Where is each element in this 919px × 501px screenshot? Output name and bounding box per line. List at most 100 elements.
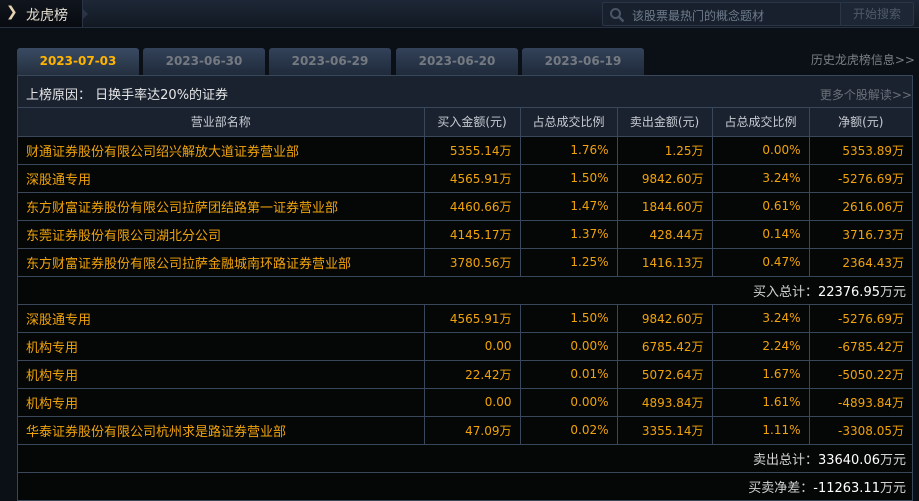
reason-value: 日换手率达20%的证券	[95, 88, 229, 103]
sell-amount: 1416.13万	[616, 247, 713, 277]
sell-ratio: 1.11%	[711, 415, 810, 445]
buy-ratio: 1.50%	[519, 303, 618, 333]
sell-amount: 9842.60万	[616, 163, 713, 193]
buy-amount: 4145.17万	[423, 219, 521, 249]
buy-amount: 5355.14万	[423, 135, 521, 165]
net-label: 买卖净差：	[748, 480, 814, 496]
net-cell: 买卖净差：-11263.11万元	[18, 471, 912, 501]
buy-total-label: 买入总计：	[752, 284, 818, 300]
net-amount: -6785.42万	[808, 331, 912, 361]
title-block: ❯ 龙虎榜	[0, 0, 88, 27]
buy-ratio: 0.00%	[519, 387, 618, 417]
buy-amount: 4565.91万	[423, 163, 521, 193]
broker-name[interactable]: 深股通专用	[18, 303, 425, 333]
sell-total-unit: 万元	[879, 452, 906, 468]
tab-2023-06-29[interactable]: 2023-06-29	[269, 48, 391, 75]
col-sell-ratio: 占总成交比例	[711, 108, 810, 137]
broker-name[interactable]: 东方财富证券股份有限公司拉萨团结路第一证券营业部	[18, 191, 425, 221]
tab-2023-06-30[interactable]: 2023-06-30	[143, 48, 265, 75]
sell-ratio: 2.24%	[711, 331, 810, 361]
broker-name[interactable]: 机构专用	[18, 387, 425, 417]
buy-amount: 4565.91万	[423, 303, 521, 333]
search-input[interactable]: 该股票最热门的概念题材	[632, 7, 764, 24]
col-buy-amount: 买入金额(元)	[423, 108, 521, 137]
broker-table: 营业部名称 买入金额(元) 占总成交比例 卖出金额(元) 占总成交比例 净额(元…	[18, 108, 912, 501]
reason-label: 上榜原因：	[26, 88, 92, 103]
table-row: 华泰证券股份有限公司杭州求是路证券营业部 47.09万 0.02% 3355.14万 1…	[18, 415, 912, 445]
col-net: 净额(元)	[808, 108, 912, 137]
chevron-right-icon: ❯	[6, 4, 18, 20]
buy-amount: 3780.56万	[423, 247, 521, 277]
sell-ratio: 1.67%	[711, 359, 810, 389]
buy-amount: 47.09万	[423, 415, 521, 445]
table-row: 机构专用 0.00 0.00% 4893.84万 1.61% -4893.84万	[18, 387, 912, 417]
net-amount: 2616.06万	[808, 191, 912, 221]
tab-2023-06-19[interactable]: 2023-06-19	[522, 48, 644, 75]
net-row: 买卖净差：-11263.11万元	[18, 471, 912, 501]
net-amount: -5276.69万	[808, 303, 912, 333]
net-amount: -4893.84万	[808, 387, 912, 417]
sell-amount: 1844.60万	[616, 191, 713, 221]
buy-total-value: 22376.95	[817, 284, 880, 300]
search-button[interactable]: 开始搜索	[840, 3, 913, 25]
reason-bar: 上榜原因： 日换手率达20%的证券 更多个股解读>>	[18, 76, 912, 108]
page-title: 龙虎榜	[26, 8, 68, 24]
buy-total-cell: 买入总计：22376.95万元	[18, 275, 912, 305]
sell-ratio: 0.61%	[711, 191, 810, 221]
sell-ratio: 0.00%	[711, 135, 810, 165]
title-notch	[83, 9, 88, 19]
tab-2023-06-20[interactable]: 2023-06-20	[396, 48, 518, 75]
dragon-tiger-panel: 上榜原因： 日换手率达20%的证券 更多个股解读>> 营业部名称 买入金额(元)…	[17, 75, 913, 501]
sell-amount: 4893.84万	[616, 387, 713, 417]
net-amount: 2364.43万	[808, 247, 912, 277]
broker-name[interactable]: 机构专用	[18, 331, 425, 361]
broker-name[interactable]: 机构专用	[18, 359, 425, 389]
sell-ratio: 1.61%	[711, 387, 810, 417]
net-value: -11263.11	[813, 480, 880, 496]
table-row: 东方财富证券股份有限公司拉萨金融城南环路证券营业部 3780.56万 1.25% 14…	[18, 247, 912, 277]
table-row: 深股通专用 4565.91万 1.50% 9842.60万 3.24% -5276.69万	[18, 163, 912, 193]
table-row: 东莞证券股份有限公司湖北分公司 4145.17万 1.37% 428.44万 0.14%…	[18, 219, 912, 249]
tab-2023-07-03[interactable]: 2023-07-03	[17, 48, 139, 75]
net-unit: 万元	[879, 480, 906, 496]
sell-ratio: 3.24%	[711, 303, 810, 333]
buy-ratio: 1.50%	[519, 163, 618, 193]
more-analysis-link[interactable]: 更多个股解读>>	[820, 86, 912, 103]
table-row: 机构专用 22.42万 0.01% 5072.64万 1.67% -5050.22万	[18, 359, 912, 389]
buy-rows: 财通证券股份有限公司绍兴解放大道证券营业部 5355.14万 1.76% 1.25万 0…	[18, 135, 912, 277]
buy-ratio: 1.25%	[519, 247, 618, 277]
sell-ratio: 0.14%	[711, 219, 810, 249]
buy-total-row: 买入总计：22376.95万元	[18, 275, 912, 305]
reason-text: 上榜原因： 日换手率达20%的证券	[26, 84, 228, 103]
table-row: 深股通专用 4565.91万 1.50% 9842.60万 3.24% -5276.69万	[18, 303, 912, 333]
buy-ratio: 0.01%	[519, 359, 618, 389]
buy-total: 买入总计：22376.95万元	[18, 275, 912, 305]
table-row: 财通证券股份有限公司绍兴解放大道证券营业部 5355.14万 1.76% 1.25万 0…	[18, 135, 912, 165]
net-amount: 3716.73万	[808, 219, 912, 249]
top-bar: ❯ 龙虎榜 该股票最热门的概念题材 开始搜索	[0, 0, 919, 28]
table-row: 机构专用 0.00 0.00% 6785.42万 2.24% -6785.42万	[18, 331, 912, 361]
sell-amount: 5072.64万	[616, 359, 713, 389]
history-link[interactable]: 历史龙虎榜信息>>	[811, 51, 915, 68]
totals: 卖出总计：33640.06万元 买卖净差：-11263.11万元	[18, 443, 912, 501]
col-buy-ratio: 占总成交比例	[519, 108, 618, 137]
broker-name[interactable]: 深股通专用	[18, 163, 425, 193]
sell-amount: 1.25万	[616, 135, 713, 165]
buy-ratio: 0.00%	[519, 331, 618, 361]
broker-name[interactable]: 财通证券股份有限公司绍兴解放大道证券营业部	[18, 135, 425, 165]
sell-amount: 6785.42万	[616, 331, 713, 361]
sell-amount: 428.44万	[616, 219, 713, 249]
table-row: 东方财富证券股份有限公司拉萨团结路第一证券营业部 4460.66万 1.47% 184…	[18, 191, 912, 221]
net-amount: -5050.22万	[808, 359, 912, 389]
broker-name[interactable]: 东方财富证券股份有限公司拉萨金融城南环路证券营业部	[18, 247, 425, 277]
search-box: 该股票最热门的概念题材 开始搜索	[602, 2, 914, 26]
net-amount: -3308.05万	[808, 415, 912, 445]
broker-name[interactable]: 东莞证券股份有限公司湖北分公司	[18, 219, 425, 249]
sell-total-row: 卖出总计：33640.06万元	[18, 443, 912, 473]
table-header-row: 营业部名称 买入金额(元) 占总成交比例 卖出金额(元) 占总成交比例 净额(元…	[18, 108, 912, 137]
sell-rows: 深股通专用 4565.91万 1.50% 9842.60万 3.24% -5276.69万…	[18, 303, 912, 445]
sell-total-label: 卖出总计：	[752, 452, 818, 468]
broker-name[interactable]: 华泰证券股份有限公司杭州求是路证券营业部	[18, 415, 425, 445]
buy-amount: 0.00	[423, 387, 521, 417]
buy-amount: 0.00	[423, 331, 521, 361]
